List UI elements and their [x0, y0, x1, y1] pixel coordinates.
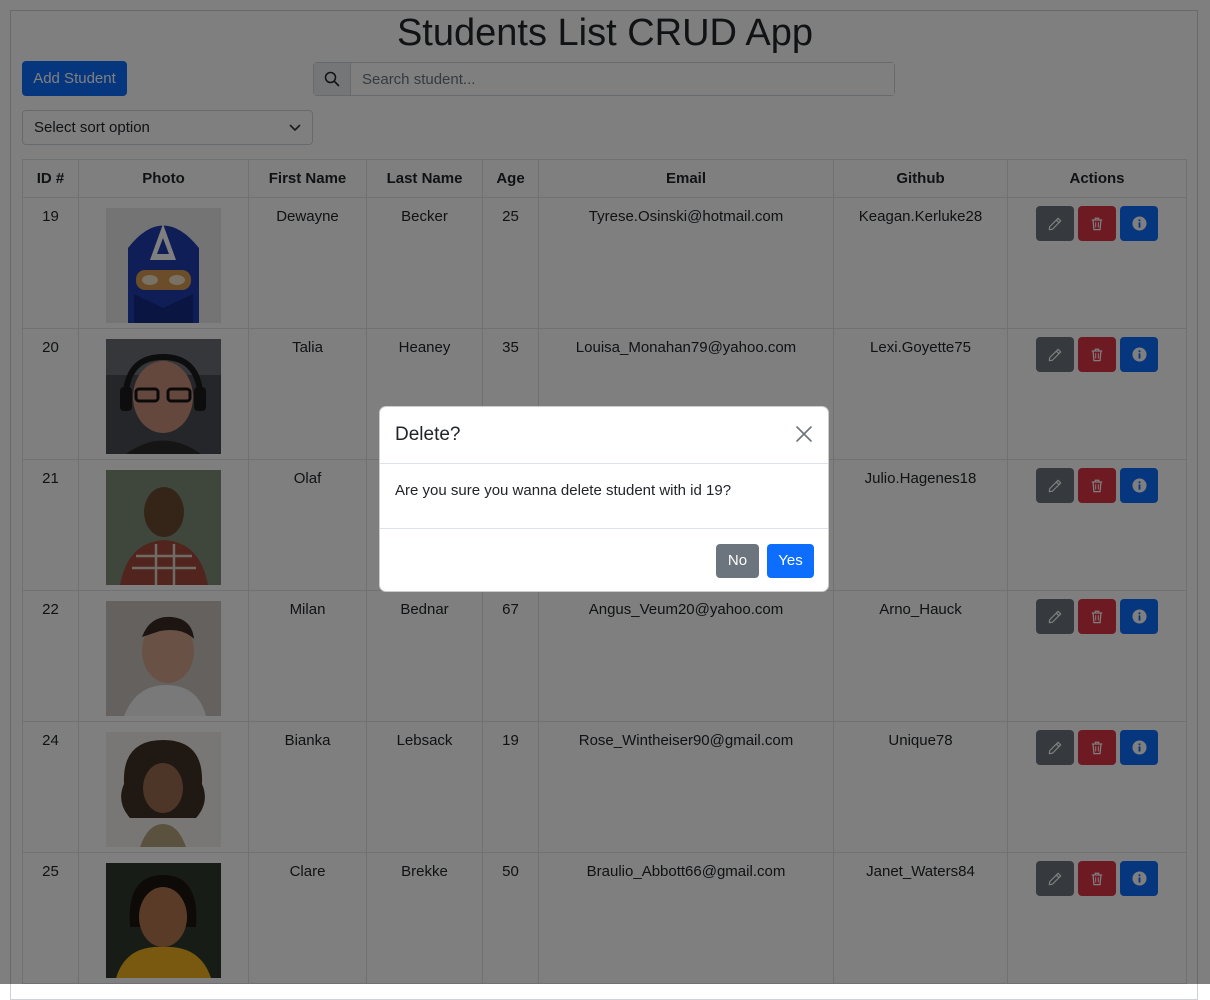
modal-body: Are you sure you wanna delete student wi…: [380, 464, 828, 529]
delete-confirm-dialog: Delete? Are you sure you wanna delete st…: [379, 406, 829, 592]
close-icon: [796, 426, 812, 442]
modal-header: Delete?: [380, 407, 828, 464]
yes-button[interactable]: Yes: [767, 543, 814, 578]
modal-footer: No Yes: [380, 529, 828, 592]
no-button[interactable]: No: [716, 543, 759, 578]
modal-title: Delete?: [395, 424, 461, 445]
close-button[interactable]: [794, 425, 814, 445]
